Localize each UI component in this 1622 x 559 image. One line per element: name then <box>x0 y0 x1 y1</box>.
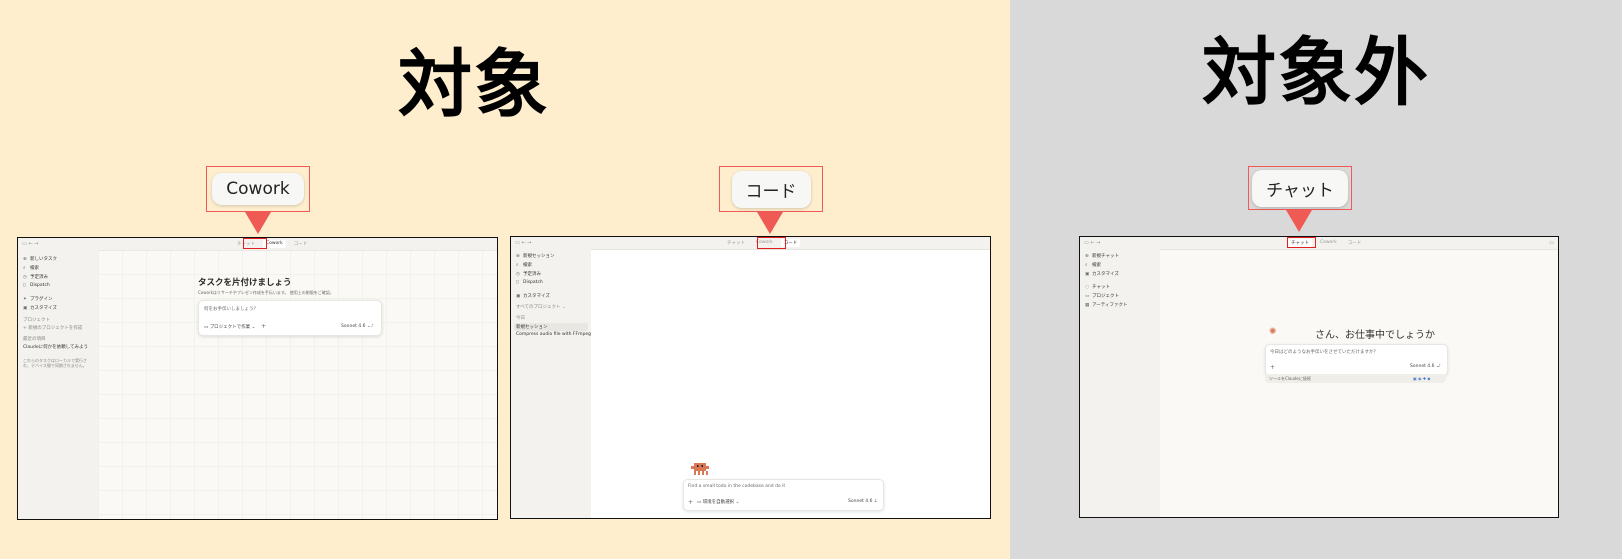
new-project-link[interactable]: + 新規のプロジェクトを作成 <box>23 325 82 331</box>
search-icon: ⌕ <box>516 263 519 268</box>
prompt-input-card: Find a small todo in the codebase and do… <box>683 479 884 511</box>
code-tab-highlight <box>757 237 786 249</box>
customize-icon: ▣ <box>23 306 28 311</box>
customize-icon: ▣ <box>516 294 521 299</box>
sidebar-item-new-task[interactable]: ⊕ 新しいタスク <box>23 256 57 262</box>
sidebar-item-dispatch[interactable]: ▯ Dispatch <box>23 283 50 288</box>
cowork-tag-label: Cowork <box>212 173 304 205</box>
chat-input[interactable]: 今日はどのようなお手伝いをさせていただけますか？ <box>1270 349 1378 355</box>
tool-icons: ▣ ◉ ✚ ◆ <box>1413 376 1431 381</box>
plus-icon: ⊕ <box>23 257 27 262</box>
prompt-input[interactable]: Find a small todo in the codebase and do… <box>688 484 785 489</box>
greeting-heading: さん、お仕事中でしょうか <box>1315 330 1435 341</box>
environment-selector[interactable]: ▭ 環境を自動選択 ⌄ <box>697 499 739 505</box>
code-screenshot: ▭ ← → チャット Cowork コード ⊕ 新規セッション ⌕ 検索 ◷ 予定済み… <box>510 236 991 519</box>
add-icon[interactable]: + <box>1270 364 1275 371</box>
project-selector[interactable]: ▭ プロジェクトで作業 ⌄ <box>204 324 255 330</box>
sidebar-item-customize[interactable]: ▣ カスタマイズ <box>1085 271 1119 277</box>
chat-screenshot: ▭ ← → チャット Cowork コード ▭ ⊕ 新規チャット ⌕ 検索 ▣ カスタ… <box>1079 236 1559 518</box>
sidebar-item-chats[interactable]: ◌ チャット <box>1085 284 1110 290</box>
cowork-tag: Cowork <box>206 166 310 212</box>
cowork-arrow <box>245 212 271 234</box>
sidebar-item-customize[interactable]: ▣ カスタマイズ <box>23 305 57 311</box>
cowork-tab-highlight <box>243 238 267 249</box>
code-tag-label: コード <box>731 170 811 208</box>
chat-arrow <box>1286 210 1312 232</box>
customize-icon: ▣ <box>1085 272 1090 277</box>
panel-icon[interactable]: ▭ <box>1549 240 1554 246</box>
clock-icon: ◷ <box>516 272 520 277</box>
sidebar-item-scheduled[interactable]: ◷ 予定済み <box>23 274 48 280</box>
sidebar <box>511 249 591 518</box>
page-title: タスクを片付けましょう <box>198 278 292 288</box>
all-projects-label[interactable]: すべてのプロジェクト ⌄ <box>516 304 566 310</box>
dispatch-icon: ▯ <box>516 280 519 285</box>
projects-section-label: プロジェクト <box>23 318 50 323</box>
sidebar-item-new-chat[interactable]: ⊕ 新規チャット <box>1085 253 1119 259</box>
plus-icon: ⊕ <box>516 254 520 259</box>
dispatch-icon: ▯ <box>23 283 26 288</box>
add-icon[interactable]: + <box>261 323 266 330</box>
chat-input-card: 今日はどのようなお手伝いをさせていただけますか？ + Sonnet 4.6 ⌄ … <box>1265 344 1448 376</box>
target-title: 対象 <box>398 42 550 128</box>
sidebar-toggle-icon[interactable]: ▭ ← → <box>515 240 531 246</box>
recent-section-label: 最近の項目 <box>23 337 46 342</box>
chat-tab-highlight <box>1287 237 1316 248</box>
session-item[interactable]: Compress audio file with FFmpeg <box>516 332 591 337</box>
sidebar-item-scheduled[interactable]: ◷ 予定済み <box>516 271 541 277</box>
task-input-card: 何をお手伝いしましょう？ ▭ プロジェクトで作業 ⌄ + Sonnet 4.6 … <box>198 300 382 336</box>
model-selector[interactable]: Sonnet 4.6 ⌄ <box>1410 364 1440 369</box>
page-subtitle: Coworkはリサーチやプレゼン作成を手伝います。 使用上の制限をご確認。 <box>198 290 334 295</box>
recent-item[interactable]: Claudeに何かを依頼してみよう <box>23 344 88 350</box>
connect-tools-label: ツールをClaudeに接続 <box>1269 376 1311 381</box>
chat-tag-label: チャット <box>1252 169 1348 207</box>
mic-icon[interactable]: ♪ <box>371 324 374 329</box>
sidebar-item-search[interactable]: ⌕ 検索 <box>23 265 39 271</box>
plus-icon: ⊕ <box>1085 254 1089 259</box>
puzzle-icon: ✦ <box>23 297 27 302</box>
mic-icon[interactable]: ♪ <box>874 499 877 504</box>
sidebar-item-artifacts[interactable]: ▦ アーティファクト <box>1085 302 1127 308</box>
tab-code[interactable]: コード <box>1345 239 1365 247</box>
sidebar-item-customize[interactable]: ▣ カスタマイズ <box>516 293 550 299</box>
sidebar-item-plugins[interactable]: ✦ プラグイン <box>23 296 53 302</box>
claude-logo-icon: ✺ <box>1269 327 1277 337</box>
non-target-title: 対象外 <box>1202 30 1430 116</box>
search-icon: ⌕ <box>23 266 26 271</box>
sidebar <box>18 250 98 519</box>
sidebar-item-new-session[interactable]: ⊕ 新規セッション <box>516 253 555 259</box>
add-icon[interactable]: + <box>688 499 693 506</box>
task-input[interactable]: 何をお手伝いしましょう？ <box>204 306 258 312</box>
sidebar-footer-note: これらのタスクはローカルで実行され、デバイス間で同期されません。 <box>23 358 87 368</box>
tab-cowork[interactable]: Cowork <box>1317 239 1340 247</box>
folder-icon: ▭ <box>1085 294 1090 299</box>
model-selector[interactable]: Sonnet 4.6 ⌄ <box>341 324 371 329</box>
cowork-screenshot: ▭ ← → チャット Cowork コード ⊕ 新しいタスク ⌕ 検索 ◷ 予定済み … <box>17 237 498 520</box>
session-item-active[interactable]: 新規セッション <box>514 323 588 331</box>
clock-icon: ◷ <box>23 275 27 280</box>
code-arrow <box>757 212 783 234</box>
sidebar-item-search[interactable]: ⌕ 検索 <box>516 262 532 268</box>
today-label: 今日 <box>516 316 525 321</box>
claude-mascot-icon <box>691 463 709 475</box>
chat-icon: ◌ <box>1085 285 1089 290</box>
tab-code[interactable]: コード <box>291 240 311 248</box>
search-icon: ⌕ <box>1085 263 1088 268</box>
sidebar-item-dispatch[interactable]: ▯ Dispatch <box>516 280 543 285</box>
mic-icon[interactable]: ♪ <box>1438 364 1441 369</box>
connect-tools-bar[interactable]: ツールをClaudeに接続 ▣ ◉ ✚ ◆ <box>1265 374 1446 383</box>
artifact-icon: ▦ <box>1085 303 1090 308</box>
tab-chat[interactable]: チャット <box>724 239 748 247</box>
sidebar-toggle-icon[interactable]: ▭ ← → <box>22 241 38 247</box>
code-tag: コード <box>719 166 823 212</box>
sidebar-item-projects[interactable]: ▭ プロジェクト <box>1085 293 1119 299</box>
sidebar-item-search[interactable]: ⌕ 検索 <box>1085 262 1101 268</box>
sidebar-toggle-icon[interactable]: ▭ ← → <box>1084 240 1100 246</box>
chat-tag: チャット <box>1248 166 1352 210</box>
